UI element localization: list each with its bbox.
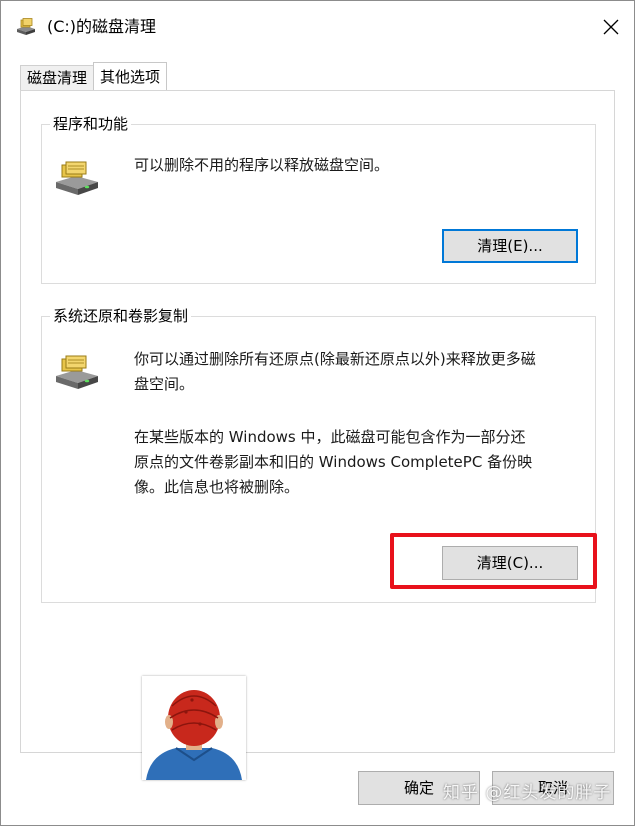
window-title: (C:)的磁盘清理 <box>47 17 157 36</box>
disk-cleanup-icon <box>56 161 98 195</box>
annotation-highlight-box <box>390 533 597 589</box>
programs-features-title: 程序和功能 <box>50 114 132 134</box>
system-restore-note-line-3: 像。此信息也将被删除。 <box>134 478 300 496</box>
system-restore-note-line-2: 原点的文件卷影副本和旧的 Windows CompletePC 备份映 <box>134 453 533 471</box>
watermark-text: 知乎 @红头发的胖子 <box>443 783 612 803</box>
disk-cleanup-app-icon <box>17 18 35 35</box>
tab-disk-cleanup[interactable]: 磁盘清理 <box>20 65 95 91</box>
avatar-illustration <box>142 676 246 780</box>
programs-cleanup-button[interactable]: 清理(E)... <box>442 229 578 263</box>
more-options-panel: 程序和功能 可以删除不用的程序以释放磁盘空间。 清理(E)... 系统还原和卷影… <box>20 90 615 753</box>
system-restore-title: 系统还原和卷影复制 <box>50 306 192 326</box>
disk-cleanup-icon <box>56 355 98 389</box>
tab-strip: 磁盘清理 其他选项 <box>20 62 168 92</box>
disk-cleanup-window: (C:)的磁盘清理 磁盘清理 其他选项 程序和功能 可以删除不用的程序以释放磁盘… <box>0 0 635 826</box>
title-bar: (C:)的磁盘清理 <box>1 1 634 53</box>
author-avatar <box>142 676 246 780</box>
system-restore-note-line-1: 在某些版本的 Windows 中，此磁盘可能包含作为一部分还 <box>134 428 526 446</box>
tab-more-options[interactable]: 其他选项 <box>93 62 168 92</box>
system-restore-description-line-2: 盘空间。 <box>134 375 195 393</box>
programs-features-group: 程序和功能 可以删除不用的程序以释放磁盘空间。 清理(E)... <box>41 114 596 284</box>
close-icon <box>603 19 619 35</box>
programs-features-description: 可以删除不用的程序以释放磁盘空间。 <box>134 156 390 174</box>
system-restore-description-line-1: 你可以通过删除所有还原点(除最新还原点以外)来释放更多磁 <box>134 350 536 368</box>
close-button[interactable] <box>588 1 634 53</box>
